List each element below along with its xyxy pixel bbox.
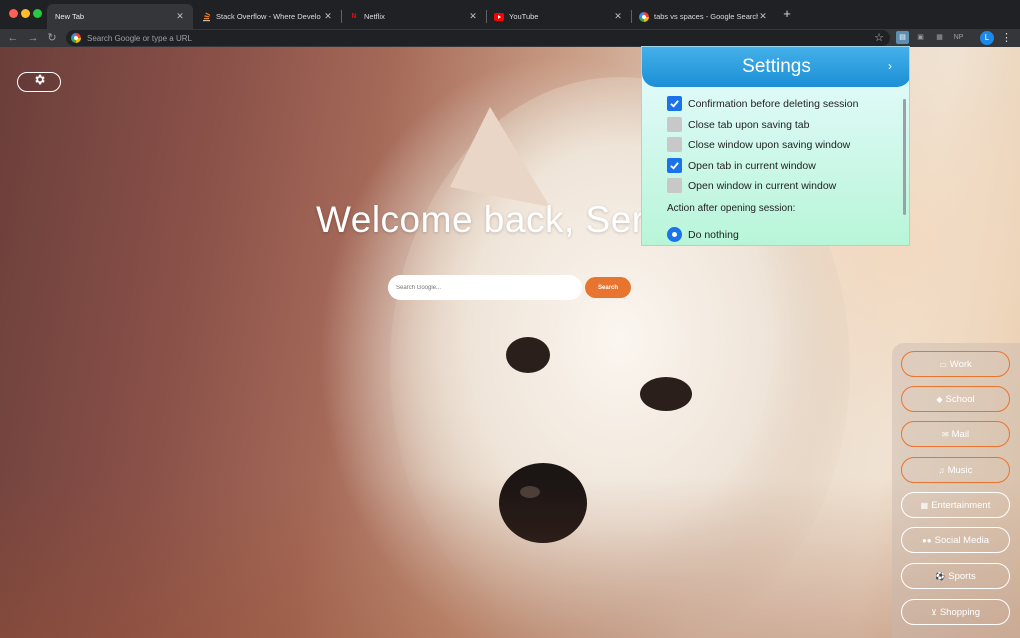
new-tab-button[interactable]: + [780,7,794,21]
close-icon[interactable]: ✕ [613,11,623,22]
close-icon[interactable]: ✕ [758,11,768,22]
search-button[interactable]: Search [585,277,631,298]
envelope-icon: ✉ [941,429,949,439]
users-icon: ●● [921,535,932,545]
tab-stack-overflow[interactable]: Stack Overflow - Where Develo ✕ [193,4,341,29]
section-label: Action after opening session: [667,203,796,214]
chevron-right-icon[interactable]: › [888,59,892,73]
scrollbar[interactable] [903,99,906,215]
option-do-nothing[interactable]: Do nothing [667,227,739,242]
stackoverflow-icon [201,11,211,22]
google-icon [71,33,81,43]
tab-google-search[interactable]: tabs vs spaces - Google Search ✕ [631,4,776,29]
category-label: Sports [948,570,976,582]
tab-youtube[interactable]: YouTube ✕ [486,4,631,29]
window-maximize-button[interactable] [33,9,42,18]
settings-title: Settings [742,56,811,77]
checkbox[interactable] [667,117,682,132]
netflix-icon: N [351,13,357,20]
extension-icon[interactable]: ▦ [933,31,946,44]
briefcase-icon: ▭ [939,359,947,369]
youtube-icon [494,12,504,22]
category-work-button[interactable]: ▭ Work [901,351,1010,377]
option-label: Close tab upon saving tab [688,118,810,131]
option-open-window-current[interactable]: Open window in current window [667,178,836,193]
gear-icon [33,73,46,91]
option-close-tab[interactable]: Close tab upon saving tab [667,117,809,132]
category-label: Social Media [934,534,990,546]
settings-header: Settings › [642,47,909,87]
tab-netflix[interactable]: N Netflix ✕ [341,4,486,29]
option-close-window[interactable]: Close window upon saving window [667,137,850,152]
reload-icon[interactable]: ↻ [45,31,59,45]
google-icon [639,11,649,22]
session-extension-icon[interactable]: ▤ [896,31,909,44]
back-arrow-icon[interactable]: ← [6,31,20,45]
category-mail-button[interactable]: ✉ Mail [901,421,1010,447]
option-label: Do nothing [688,228,739,241]
close-icon[interactable]: ✕ [323,11,333,22]
address-bar[interactable]: Search Google or type a URL ☆ [66,30,890,46]
search-input[interactable] [388,275,582,300]
np-extension-icon[interactable]: NP [952,31,965,44]
avatar[interactable]: L [980,31,994,45]
tab-new-tab[interactable]: New Tab ✕ [47,4,193,29]
tab-label: tabs vs spaces - Google Search [654,12,758,21]
tab-label: Stack Overflow - Where Develo [216,12,321,21]
option-label: Open tab in current window [688,159,816,172]
option-open-tab-current[interactable]: Open tab in current window [667,158,816,173]
option-label: Open window in current window [688,179,837,192]
checkbox-checked[interactable] [667,96,682,111]
tab-label: Netflix [364,12,385,21]
option-label: Confirmation before deleting session [688,97,859,110]
settings-gear-button[interactable] [17,72,61,92]
category-label: Entertainment [931,499,991,511]
category-label: Work [949,358,972,370]
browser-window: New Tab ✕ Stack Overflow - Where Develo … [0,0,1020,638]
toolbar: ← → ↻ Search Google or type a URL ☆ ▤ ▣ … [0,29,1020,47]
soccer-ball-icon: ⚽ [935,571,946,581]
graduation-cap-icon: ◆ [936,394,943,404]
window-minimize-button[interactable] [21,9,30,18]
close-icon[interactable]: ✕ [175,11,185,22]
category-shopping-button[interactable]: ⊻ Shopping [901,599,1010,625]
category-panel: ▭ Work ◆ School ✉ Mail ♫ Music ▦ Enterta… [892,343,1020,638]
category-label: School [945,393,975,405]
cart-icon: ⊻ [930,607,937,617]
tab-label: YouTube [509,12,539,21]
checkbox[interactable] [667,137,682,152]
option-label: Close window upon saving window [688,138,851,151]
checkbox[interactable] [667,178,682,193]
category-entertainment-button[interactable]: ▦ Entertainment [901,492,1010,518]
tab-label: New Tab [55,12,85,21]
window-close-button[interactable] [9,9,18,18]
category-label: Shopping [939,606,980,618]
settings-popup: Settings › Confirmation before deleting … [641,46,910,246]
category-label: Mail [951,428,970,440]
category-music-button[interactable]: ♫ Music [901,457,1010,483]
bookmark-star-icon[interactable]: ☆ [874,31,884,44]
option-confirm-delete[interactable]: Confirmation before deleting session [667,96,858,111]
category-label: Music [947,464,973,476]
menu-dots-icon[interactable]: ⋮ [1001,30,1012,46]
address-bar-placeholder: Search Google or type a URL [87,33,192,43]
category-school-button[interactable]: ◆ School [901,386,1010,412]
tab-strip: New Tab ✕ Stack Overflow - Where Develo … [0,0,1020,29]
forward-arrow-icon[interactable]: → [26,31,40,45]
radio-selected[interactable] [667,227,682,242]
headphones-icon: ♫ [938,465,945,475]
close-icon[interactable]: ✕ [468,11,478,22]
film-icon: ▦ [920,500,929,510]
checkbox-checked[interactable] [667,158,682,173]
category-social-media-button[interactable]: ●● Social Media [901,527,1010,553]
welcome-heading: Welcome back, Serg [316,199,666,240]
category-sports-button[interactable]: ⚽ Sports [901,563,1010,589]
image-extension-icon[interactable]: ▣ [914,31,927,44]
